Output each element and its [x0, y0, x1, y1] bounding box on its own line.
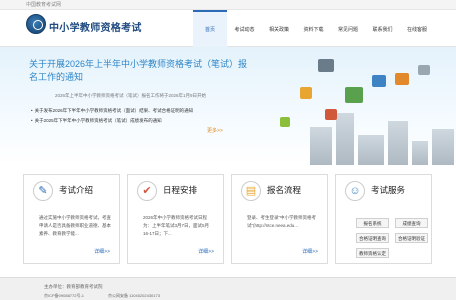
- teacher-certification-button[interactable]: 教师资格认定: [356, 248, 389, 258]
- site-title[interactable]: 中小学教师资格考试: [49, 19, 142, 34]
- card-exam-intro: ✎ 考试介绍 通过实施中小学教师资格考试，考查申请人是否具备教师职业道德、基本素…: [23, 174, 120, 264]
- floating-cube-icon: [372, 75, 386, 87]
- footer-sponsor: 主办单位：教育部教育考试院: [44, 284, 103, 289]
- floating-cube-icon: [418, 65, 430, 75]
- banner-subtitle: 2026年上半年中小学教师资格考试（笔试）报名工作将于2026年1月9日开始: [55, 93, 207, 98]
- site-footer: 主办单位：教育部教育考试院 京ICP备09088772号-1 京公网安备 110…: [0, 277, 456, 300]
- floating-cube-icon: [325, 109, 337, 120]
- hero-banner: 关于开展2026年上半年中小学教师资格考试（笔试）报名工作的通知 2026年上半…: [0, 47, 456, 165]
- card-body: 通过实施中小学教师资格考试，考查申请人是否具备教师职业道德、基本素养、教育教学能…: [39, 215, 111, 236]
- nav-item-policy[interactable]: 相关政策: [262, 10, 296, 47]
- card-body: 2026年中小学教师资格考试日程为：上半年笔试3月7日，面试5月16-17日；下…: [143, 215, 210, 236]
- floating-cube-icon: [345, 87, 363, 103]
- nav-item-news[interactable]: 考试动态: [228, 10, 262, 47]
- news-list: 关于发布2026年下半年中小学教师资格考试（面试）结果、考试合格证明的通知 关于…: [31, 106, 194, 126]
- card-title[interactable]: 考试介绍: [59, 184, 93, 196]
- card-registration: ▤ 报名流程 登录、考生登录“中小学教师资格考试”(http://ntce.ne…: [231, 174, 328, 264]
- card-schedule: ✔ 日程安排 2026年中小学教师资格考试日程为：上半年笔试3月7日，面试5月1…: [127, 174, 224, 264]
- main-nav: 首页 考试动态 相关政策 资料下载 常见问题 联系我们 在线客服: [193, 10, 435, 47]
- footer-icp[interactable]: 京ICP备09088772号-1: [44, 293, 84, 299]
- nav-item-faq[interactable]: 常见问题: [331, 10, 365, 47]
- card-body: 登录、考生登录“中小学教师资格考试”(http://ntce.neea.edu.…: [247, 215, 316, 228]
- certificate-query-button[interactable]: 合格证明查询: [356, 233, 389, 243]
- user-icon: ☺: [345, 181, 365, 201]
- card-more-link[interactable]: 详细>>: [302, 248, 318, 255]
- top-utility-bar: 中国教育考试网: [0, 0, 456, 10]
- card-title[interactable]: 考试服务: [371, 184, 405, 196]
- floating-cube-icon: [395, 73, 409, 85]
- banner-more-link[interactable]: 更多>>: [207, 127, 223, 134]
- info-icon: ✎: [33, 181, 53, 201]
- card-title[interactable]: 日程安排: [163, 184, 197, 196]
- service-buttons: 报名系统 成绩查询 合格证明查询 合格证明验证 教师资格认定: [356, 218, 428, 258]
- banner-title[interactable]: 关于开展2026年上半年中小学教师资格考试（笔试）报名工作的通知: [29, 58, 249, 84]
- banner-illustration: [270, 95, 456, 165]
- floating-cube-icon: [300, 87, 312, 99]
- logo-emblem-icon[interactable]: [26, 14, 46, 34]
- top-utility-text: 中国教育考试网: [26, 2, 62, 8]
- news-item[interactable]: 关于2025年下半年中小学教师资格考试（笔试）成绩发布的通知: [31, 116, 193, 126]
- score-query-button[interactable]: 成绩查询: [395, 218, 428, 228]
- nav-item-contact[interactable]: 联系我们: [366, 10, 400, 47]
- certificate-verify-button[interactable]: 合格证明验证: [395, 233, 428, 243]
- footer-police-record[interactable]: 京公网安备 11040202430173: [108, 293, 160, 299]
- card-more-link[interactable]: 详细>>: [198, 248, 214, 255]
- news-item[interactable]: 关于发布2026年下半年中小学教师资格考试（面试）结果、考试合格证明的通知: [31, 106, 194, 116]
- nav-item-support[interactable]: 在线客服: [400, 10, 434, 47]
- card-exam-services: ☺ 考试服务 报名系统 成绩查询 合格证明查询 合格证明验证 教师资格认定: [335, 174, 432, 264]
- registration-system-button[interactable]: 报名系统: [356, 218, 389, 228]
- card-title[interactable]: 报名流程: [267, 184, 301, 196]
- nav-item-home[interactable]: 首页: [193, 10, 227, 47]
- nav-item-downloads[interactable]: 资料下载: [297, 10, 331, 47]
- folder-icon: ▤: [241, 181, 261, 201]
- checkmark-icon: ✔: [137, 181, 157, 201]
- floating-cube-icon: [318, 59, 334, 72]
- floating-cube-icon: [280, 117, 290, 127]
- card-more-link[interactable]: 详细>>: [94, 248, 110, 255]
- site-header: 中小学教师资格考试 首页 考试动态 相关政策 资料下载 常见问题 联系我们 在线…: [0, 10, 456, 47]
